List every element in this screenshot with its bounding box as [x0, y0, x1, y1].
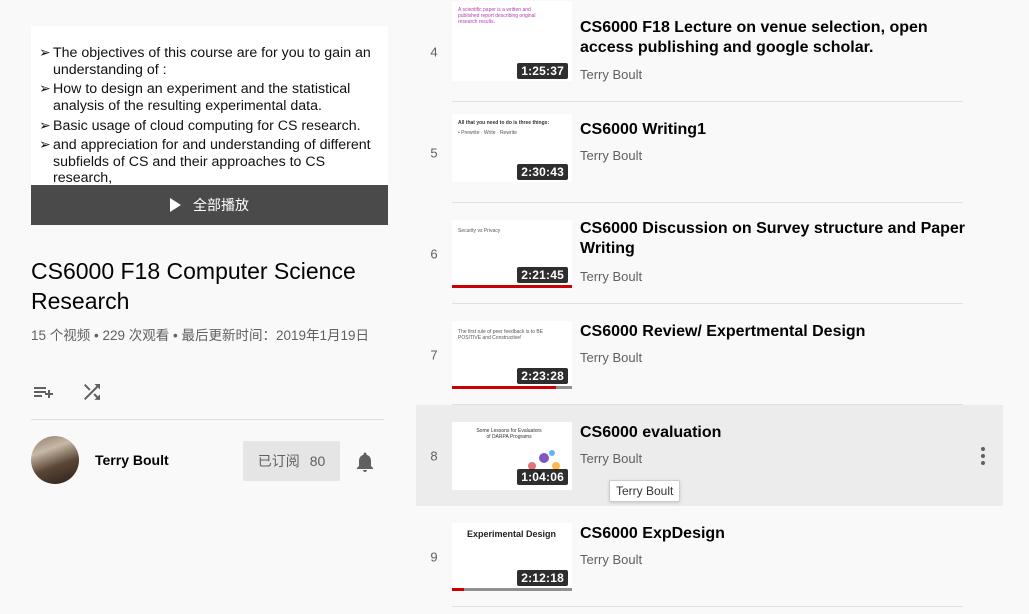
video-title[interactable]: CS6000 evaluation — [580, 423, 980, 443]
video-duration: 2:21:45 — [517, 267, 568, 283]
hero-bullet: ➢ Basic usage of cloud computing for CS r… — [39, 118, 361, 134]
thumb-text: Security vs Privacy — [458, 228, 501, 234]
hero-bullet: understanding of : — [53, 62, 167, 78]
playlist-stats: 15 个视频 • 229 次观看 • 最后更新时间：2019年1月19日 — [31, 328, 370, 343]
playlist-sidebar: ➢ The objectives of this course are for y… — [0, 0, 416, 614]
thumb-text: Some Lessons for Evaluators of DARPA Pro… — [476, 428, 542, 440]
video-index: 6 — [430, 246, 438, 261]
video-row[interactable]: 8 Some Lessons for Evaluators of DARPA P… — [416, 405, 1003, 506]
video-index: 5 — [430, 145, 438, 160]
thumb-text: All that you need to do is three things: — [458, 120, 550, 126]
video-channel[interactable]: Terry Boult — [580, 451, 642, 466]
video-index: 7 — [430, 347, 438, 362]
video-index: 8 — [430, 448, 438, 463]
thumb-text: The first rule of peer feedback is to BE… — [458, 329, 544, 341]
video-channel[interactable]: Terry Boult — [580, 67, 642, 82]
owner-avatar[interactable] — [31, 436, 79, 484]
watch-progress-bar — [452, 285, 572, 288]
video-duration: 2:12:18 — [517, 570, 568, 586]
video-index: 9 — [430, 549, 438, 564]
notification-bell-icon[interactable] — [353, 450, 377, 474]
video-row[interactable]: 9 Experimental Design 2:12:18 CS6000 Exp… — [416, 506, 1003, 607]
thumb-text: Experimental Design — [467, 529, 557, 539]
video-title[interactable]: CS6000 Review/ Expertmental Design — [580, 322, 980, 342]
video-row[interactable]: 7 The first rule of peer feedback is to … — [416, 304, 1003, 405]
watch-progress-bar — [452, 386, 557, 389]
video-channel[interactable]: Terry Boult — [580, 148, 642, 163]
thumb-text-line: • Prewrite · Write · Rewrite — [458, 130, 517, 136]
playlist-title: CS6000 F18 Computer Science Research — [31, 258, 356, 314]
thumb-text: A scientific paper is a written and publ… — [458, 7, 536, 25]
video-thumbnail[interactable]: All that you need to do is three things:… — [452, 114, 572, 182]
watch-progress-bar — [452, 588, 464, 591]
owner-name[interactable]: Terry Boult — [95, 452, 169, 468]
watch-progress-track — [452, 588, 572, 591]
video-row[interactable]: 6 Security vs Privacy 2:21:45 CS6000 Dis… — [416, 203, 1003, 304]
subscribed-button[interactable]: 已订阅 80 — [243, 441, 340, 481]
hero-slide: ➢ The objectives of this course are for y… — [31, 26, 388, 186]
video-row[interactable]: 4 A scientific paper is a written and pu… — [416, 1, 1003, 102]
play-all-label: 全部播放 — [193, 197, 249, 213]
playlist-hero-thumbnail[interactable]: ➢ The objectives of this course are for y… — [31, 26, 388, 225]
hero-bullet: ➢ The objectives of this course are for y… — [39, 45, 371, 61]
video-thumbnail[interactable]: A scientific paper is a written and publ… — [452, 1, 572, 81]
play-icon — [170, 198, 181, 212]
video-duration: 1:04:06 — [517, 469, 568, 485]
video-title[interactable]: CS6000 Writing1 — [580, 120, 980, 140]
more-actions-icon[interactable] — [981, 447, 985, 465]
subscribed-label: 已订阅 — [257, 453, 300, 469]
play-all-button[interactable]: 全部播放 — [31, 185, 388, 225]
video-duration: 1:25:37 — [517, 63, 568, 79]
hero-bullet: ➢ How to design an experiment and the sta… — [39, 81, 351, 97]
video-channel[interactable]: Terry Boult — [580, 552, 642, 567]
playlist-video-list: 4 A scientific paper is a written and pu… — [416, 0, 1029, 614]
video-thumbnail[interactable]: Experimental Design 2:12:18 — [452, 523, 572, 591]
video-thumbnail[interactable]: Security vs Privacy 2:21:45 — [452, 220, 572, 288]
add-to-queue-icon[interactable] — [31, 380, 55, 404]
video-thumbnail[interactable]: The first rule of peer feedback is to BE… — [452, 321, 572, 389]
video-thumbnail[interactable]: Some Lessons for Evaluators of DARPA Pro… — [452, 422, 572, 490]
hero-bullet: ➢ and appreciation for and understanding … — [39, 137, 371, 153]
subscriber-count: 80 — [309, 453, 326, 469]
shuffle-icon[interactable] — [80, 380, 104, 404]
video-title[interactable]: CS6000 Discussion on Survey structure an… — [580, 219, 980, 259]
video-index: 4 — [430, 44, 438, 59]
video-title[interactable]: CS6000 ExpDesign — [580, 524, 980, 544]
video-duration: 2:23:28 — [517, 368, 568, 384]
video-row[interactable]: 5 All that you need to do is three thing… — [416, 102, 1003, 203]
sidebar-divider — [31, 419, 384, 420]
video-duration: 2:30:43 — [517, 164, 568, 180]
video-channel[interactable]: Terry Boult — [580, 350, 642, 365]
channel-tooltip: Terry Boult — [609, 480, 681, 502]
video-title[interactable]: CS6000 F18 Lecture on venue selection, o… — [580, 18, 980, 58]
hero-bullet: analysis of the resulting experimental d… — [53, 98, 322, 114]
video-channel[interactable]: Terry Boult — [580, 269, 642, 284]
row-divider — [452, 606, 963, 607]
